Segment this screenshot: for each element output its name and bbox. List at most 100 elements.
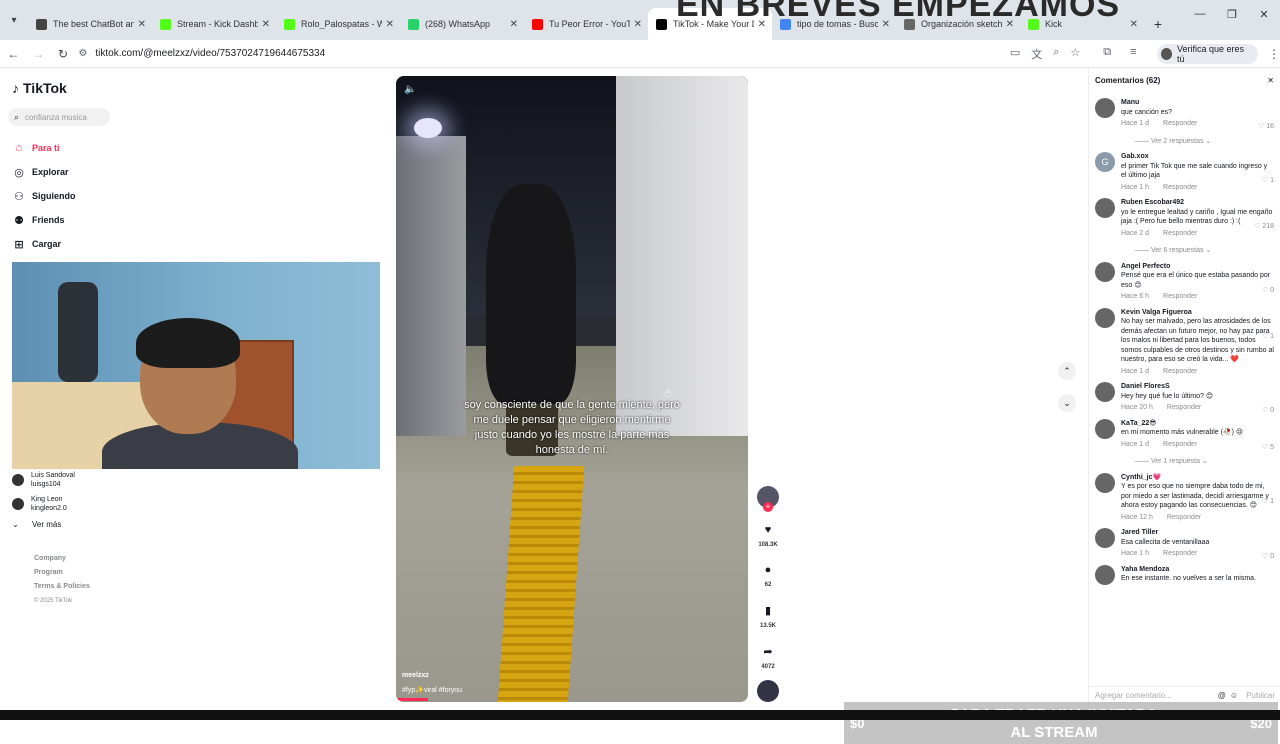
media-icon[interactable]: ≡ [1130,46,1136,62]
commenter-avatar[interactable] [1095,261,1115,282]
comment-like-button[interactable]: ♡ 218 [1254,222,1274,230]
reply-button[interactable]: Responder [1163,183,1197,193]
reply-button[interactable]: Responder [1163,440,1197,450]
mention-icon[interactable]: @ [1218,691,1226,700]
site-info-icon[interactable]: ⚙ [78,48,87,59]
video-progress-bar[interactable] [396,698,428,701]
commenter-name[interactable]: Gab.xox [1121,152,1274,162]
commenter-name[interactable]: Jared Tiller [1121,528,1274,538]
view-replies-button[interactable]: —— Ver 6 respuestas ⌄ [1135,246,1274,256]
extensions-icon[interactable]: ⧉ [1103,46,1111,62]
reply-button[interactable]: Responder [1163,229,1197,239]
video-username[interactable]: meelzxz [402,672,429,679]
footer-terms[interactable]: Terms & Policies [34,580,90,594]
comment-like-button[interactable]: ♡ 16 [1258,122,1274,130]
reply-button[interactable]: Responder [1163,367,1197,377]
comment-like-button[interactable]: ♡ 1 [1262,497,1274,505]
profile-verify-button[interactable]: Verifica que eres tú [1156,43,1258,64]
close-comments-icon[interactable]: ✕ [1267,76,1274,85]
bookmark-star-icon[interactable]: ☆ [1070,46,1080,62]
reply-button[interactable]: Responder [1167,403,1201,413]
next-video-button[interactable]: ⌄ [1058,394,1076,412]
translate-icon[interactable]: 文 [1031,46,1042,62]
tab-close-icon[interactable]: ✕ [510,19,518,30]
footer-company[interactable]: Company [34,552,90,566]
reply-button[interactable]: Responder [1167,513,1201,523]
browser-tab[interactable]: Tu Peor Error - YouTube ✕ [524,8,648,40]
zoom-icon[interactable]: ⌕ [1053,46,1059,62]
tiktok-logo[interactable]: ♪ TikTok [12,80,67,96]
commenter-name[interactable]: Yaha Mendoza [1121,565,1274,575]
reply-button[interactable]: Responder [1163,119,1197,129]
commenter-name[interactable]: Manu [1121,98,1274,108]
comment-like-button[interactable]: ♡ 0 [1262,552,1274,560]
commenter-avatar[interactable] [1095,564,1115,585]
heart-icon[interactable]: ♥ [754,524,782,536]
sidebar-item-siguiendo[interactable]: ⚇ Siguiendo [12,184,75,208]
browser-tab[interactable]: The best ChatBot and AI ✕ [28,8,152,40]
close-window-icon[interactable]: ✕ [1248,8,1280,21]
tab-close-icon[interactable]: ✕ [262,19,270,30]
emoji-icon[interactable]: ☺ [1230,691,1238,700]
follow-plus-icon[interactable]: + [763,502,773,512]
video-player[interactable]: 🔈 soy consciente de que la gente miente,… [396,76,748,702]
commenter-avatar[interactable] [1095,382,1115,402]
view-replies-button[interactable]: —— Ver 1 respuesta ⌄ [1135,457,1274,467]
sidebar-item-para-ti[interactable]: ⌂ Para ti [12,136,76,160]
commenter-name[interactable]: KaTa_22😎 [1121,419,1274,429]
see-more-button[interactable]: ⌄ Ver más [12,520,75,529]
commenter-name[interactable]: Angel Perfecto [1121,262,1274,272]
browser-tab[interactable]: Rolo_Palospatas - Wa ✕ [276,8,400,40]
commenter-avatar[interactable] [1095,98,1115,118]
previous-video-button[interactable]: ⌃ [1058,362,1076,380]
commenter-name[interactable]: Daniel FloresS [1121,382,1274,392]
restore-icon[interactable]: ❐ [1216,8,1248,21]
creator-avatar[interactable]: + [757,486,779,512]
comment-like-button[interactable]: ♡ 0 [1262,286,1274,294]
comment-like-button[interactable]: ♡ 5 [1262,443,1274,451]
sidebar-item-cargar[interactable]: ⊞ Cargar [12,232,76,256]
view-replies-button[interactable]: —— Ver 2 respuestas ⌄ [1135,137,1274,147]
commenter-avatar[interactable] [1095,528,1115,548]
tab-close-icon[interactable]: ✕ [1130,19,1138,30]
volume-icon[interactable]: 🔈 [404,84,416,95]
video-hashtags[interactable]: #fyp✨viral #foryou [402,686,462,694]
install-icon[interactable]: ▭ [1010,46,1020,62]
share-icon[interactable]: ➦ [754,645,782,658]
post-comment-button[interactable]: Publicar [1246,691,1275,700]
browser-tab[interactable]: (268) WhatsApp ✕ [400,8,524,40]
following-account[interactable]: King Leon kingleon2.0 [12,492,75,516]
url-field[interactable]: ⚙ tiktok.com/@meelzxz/video/753702471964… [78,43,1017,65]
sidebar-item-explorar[interactable]: ◎ Explorar [12,160,76,184]
tab-close-icon[interactable]: ✕ [138,19,146,30]
commenter-name[interactable]: Ruben Escobar492 [1121,198,1274,208]
bookmark-icon[interactable]: ▮ [754,604,782,617]
commenter-name[interactable]: Cynthi_jc💗 [1121,473,1274,483]
reload-icon[interactable]: ↻ [52,47,75,61]
commenter-avatar[interactable] [1095,307,1115,328]
comment-like-button[interactable]: ♡ 1 [1262,176,1274,184]
forward-icon[interactable]: → [27,47,50,61]
comment-like-button[interactable]: ♡ 0 [1262,406,1274,414]
commenter-avatar[interactable] [1095,418,1115,439]
sidebar-item-friends[interactable]: ⚉ Friends [12,208,76,232]
footer-program[interactable]: Program [34,566,90,580]
tab-close-icon[interactable]: ✕ [386,19,394,30]
comment-icon[interactable]: ● [754,564,782,576]
commenter-avatar[interactable] [1095,472,1115,493]
following-account[interactable]: Luis Sandoval luisgs104 [12,468,75,492]
comment-like-button[interactable]: ♡ 1 [1262,332,1274,340]
back-icon[interactable]: ← [2,47,25,61]
commenter-avatar[interactable] [1095,198,1115,218]
search-input[interactable]: ⌕ confianza musica [8,108,110,126]
new-tab-button[interactable]: + [1144,8,1172,40]
tab-search-dropdown[interactable]: ▾ [0,0,28,40]
commenter-name[interactable]: Kevin Valga Figueroa [1121,308,1274,318]
music-disc-icon[interactable] [757,680,779,702]
browser-menu-icon[interactable]: ⋮ [1268,47,1280,61]
reply-button[interactable]: Responder [1163,549,1197,559]
reply-button[interactable]: Responder [1163,292,1197,302]
minimize-icon[interactable]: — [1184,8,1216,21]
commenter-avatar[interactable]: G [1095,152,1115,172]
browser-tab[interactable]: Stream - Kick Dashboard ✕ [152,8,276,40]
